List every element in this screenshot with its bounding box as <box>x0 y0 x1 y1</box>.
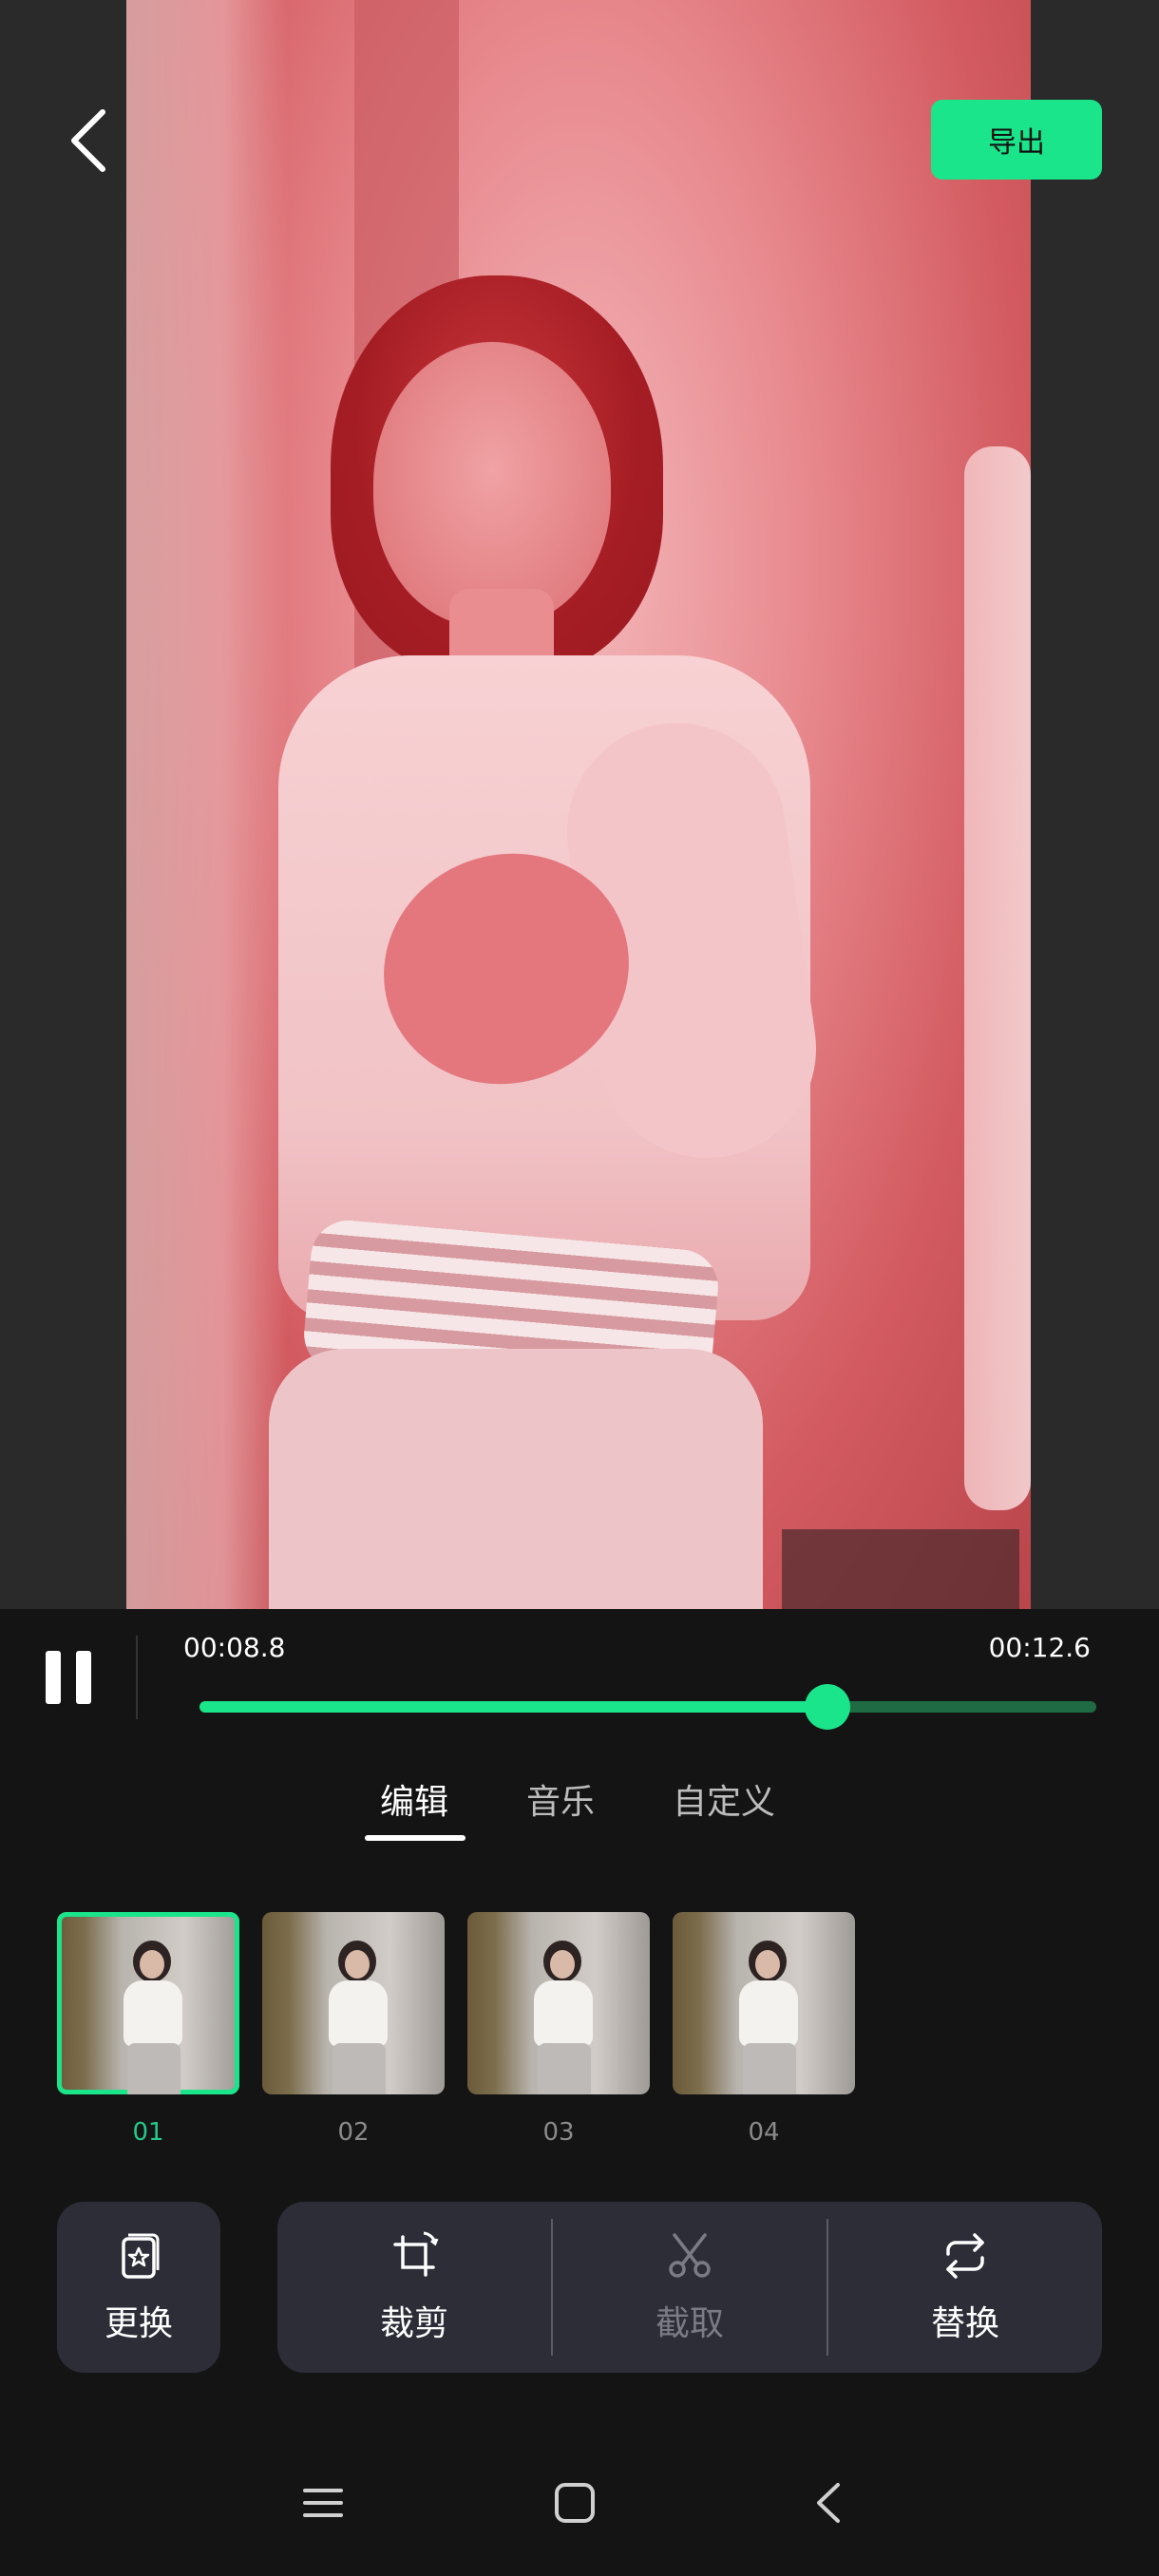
home-icon[interactable] <box>551 2479 598 2527</box>
pause-icon <box>46 1651 61 1704</box>
crop-button[interactable]: 裁剪 <box>277 2202 551 2373</box>
trim-label: 截取 <box>655 2304 724 2343</box>
video-frame[interactable] <box>126 0 1031 1609</box>
clip-thumbnail-2[interactable] <box>262 1912 445 2094</box>
trim-button[interactable]: 截取 <box>553 2202 826 2373</box>
replace-button[interactable]: 替换 <box>828 2202 1102 2373</box>
clip-person-face <box>140 1950 164 1979</box>
playback-bar <box>0 1609 1159 1742</box>
video-person-face <box>373 342 611 627</box>
swap-arrows-icon <box>946 2233 984 2279</box>
replace-label: 替换 <box>930 2304 999 2343</box>
clip-person-body <box>124 1980 182 2047</box>
video-floor <box>782 1529 1019 1609</box>
recent-apps-icon[interactable] <box>299 2479 347 2527</box>
clip-thumbnail-1[interactable] <box>57 1912 239 2094</box>
clip-person-face <box>345 1950 370 1979</box>
playback-divider <box>136 1636 138 1719</box>
video-wall-left <box>126 0 288 1609</box>
chevron-left-icon <box>71 109 105 172</box>
crop-label: 裁剪 <box>379 2304 448 2343</box>
tab-active-indicator <box>365 1835 466 1841</box>
clip-label-2: 02 <box>337 2118 370 2147</box>
seek-bar-progress <box>200 1701 827 1713</box>
video-wall-right <box>964 446 1031 1510</box>
export-button-label: 导出 <box>988 126 1045 160</box>
clip-person-skirt <box>127 2043 180 2094</box>
crop-rotate-icon <box>393 2231 439 2277</box>
tab-music[interactable]: 音乐 <box>526 1774 595 1824</box>
video-preview-area <box>0 0 1159 1609</box>
tab-custom[interactable]: 自定义 <box>673 1774 775 1824</box>
clip-person-skirt <box>538 2043 591 2094</box>
clip-thumbnail-3[interactable] <box>467 1912 650 2094</box>
total-time: 00:12.6 <box>988 1632 1091 1663</box>
nav-back-icon[interactable] <box>806 2479 853 2527</box>
tab-edit[interactable]: 编辑 <box>380 1774 448 1824</box>
clip-person-body <box>329 1980 388 2047</box>
clip-label-4: 04 <box>748 2118 780 2147</box>
clip-person-body <box>739 1980 798 2047</box>
replace-template-button[interactable]: 更换 <box>57 2202 220 2373</box>
pause-button[interactable] <box>46 1651 91 1704</box>
clip-person-skirt <box>332 2043 386 2094</box>
seek-handle[interactable] <box>805 1684 850 1730</box>
video-person-skirt <box>269 1349 763 1609</box>
template-swap-icon <box>122 2233 160 2279</box>
clip-person-skirt <box>743 2043 796 2094</box>
current-time: 00:08.8 <box>183 1632 286 1663</box>
pause-icon <box>76 1651 91 1704</box>
clip-person-face <box>755 1950 780 1979</box>
replace-template-label: 更换 <box>104 2304 173 2343</box>
clip-person-body <box>534 1980 593 2047</box>
clip-thumbnail-4[interactable] <box>673 1912 855 2094</box>
scissors-icon <box>669 2233 711 2278</box>
back-button[interactable] <box>57 103 124 179</box>
clip-label-3: 03 <box>542 2118 575 2147</box>
export-button[interactable]: 导出 <box>931 100 1102 180</box>
clip-label-1: 01 <box>132 2118 164 2147</box>
clip-person-face <box>550 1950 575 1979</box>
